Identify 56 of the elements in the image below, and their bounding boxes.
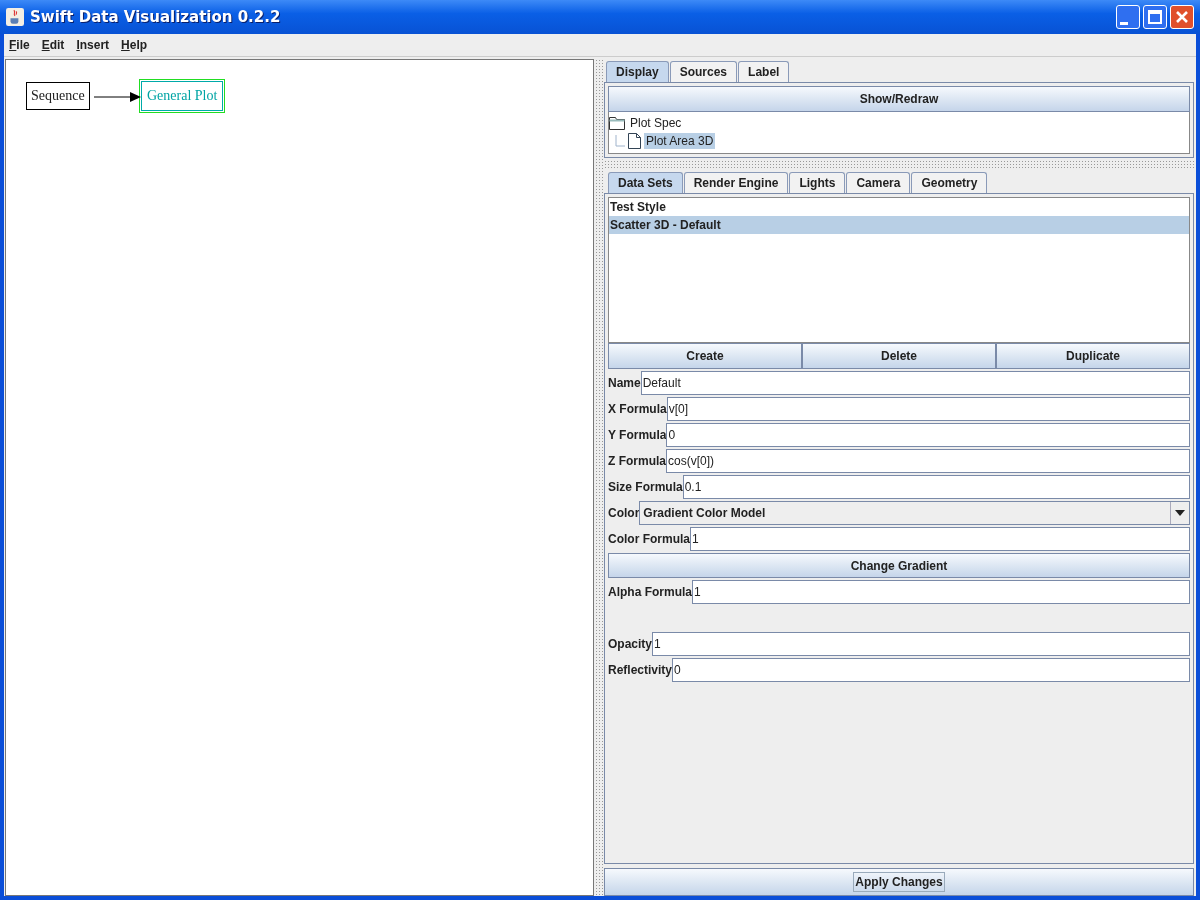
list-action-button[interactable]: Duplicate [996, 343, 1190, 369]
field-label: X Formula [608, 401, 667, 418]
list-item[interactable]: Test Style [609, 198, 1189, 216]
minimize-button[interactable] [1116, 5, 1140, 29]
field-label: Size Formula [608, 479, 683, 496]
tree-item[interactable]: Plot Spec [628, 115, 684, 131]
input-field[interactable]: 0 [666, 423, 1190, 447]
tab[interactable]: Label [738, 61, 790, 82]
field-label: Alpha Formula [608, 584, 692, 601]
input-field[interactable]: cos(v[0]) [666, 449, 1190, 473]
field-label: Z Formula [608, 453, 666, 470]
list-action-button[interactable]: Create [608, 343, 802, 369]
splitter-handle[interactable] [604, 160, 1194, 168]
show-redraw-button[interactable]: Show/Redraw [608, 86, 1190, 112]
input-field[interactable]: 1 [692, 580, 1190, 604]
tab[interactable]: Camera [846, 172, 911, 193]
tab[interactable]: Render Engine [683, 172, 789, 193]
apply-changes-button[interactable]: Apply Changes [853, 872, 945, 892]
change-gradient-button[interactable]: Change Gradient [608, 553, 1190, 578]
diagram-node[interactable]: Sequence [26, 82, 90, 110]
menu-item[interactable]: Insert [76, 38, 110, 52]
tab[interactable]: Display [606, 61, 669, 82]
list-item[interactable]: Scatter 3D - Default [609, 216, 1189, 234]
tree-line-icon [615, 135, 625, 147]
field-label: Name [608, 375, 641, 392]
field-label: Color [608, 505, 640, 522]
dropdown[interactable]: Gradient Color Model [639, 501, 1190, 525]
menu-item[interactable]: Edit [41, 38, 65, 52]
field-label: Y Formula [608, 427, 667, 444]
close-button[interactable] [1170, 5, 1194, 29]
maximize-icon [1145, 7, 1165, 27]
document-icon [628, 133, 641, 149]
input-field[interactable]: Default [640, 371, 1190, 395]
menu-item[interactable]: File [9, 38, 30, 52]
list-action-button[interactable]: Delete [802, 343, 996, 369]
tree-item[interactable]: Plot Area 3D [644, 133, 716, 149]
input-field[interactable]: 1 [652, 632, 1190, 656]
menu-item[interactable]: Help [121, 38, 148, 52]
field-label: Reflectivity [608, 662, 673, 679]
tab[interactable]: Sources [669, 61, 738, 82]
coffee-cup-icon [6, 8, 24, 26]
tab[interactable]: Data Sets [608, 172, 683, 193]
maximize-button[interactable] [1143, 5, 1167, 29]
minimize-icon [1120, 21, 1128, 25]
field-label: Color Formula [608, 531, 690, 548]
field-label: Opacity [608, 636, 652, 653]
input-field[interactable]: 0.1 [682, 475, 1190, 499]
tab[interactable]: Lights [789, 172, 846, 193]
input-field[interactable]: 1 [690, 527, 1190, 551]
input-field[interactable]: 0 [672, 658, 1190, 682]
splitter-handle[interactable] [595, 59, 603, 896]
caret-icon [1175, 510, 1185, 516]
tab[interactable]: Geometry [911, 172, 988, 193]
window-title: Swift Data Visualization 0.2.2 [30, 8, 282, 26]
input-field[interactable]: v[0] [666, 397, 1190, 421]
arrow-connector [94, 92, 142, 102]
